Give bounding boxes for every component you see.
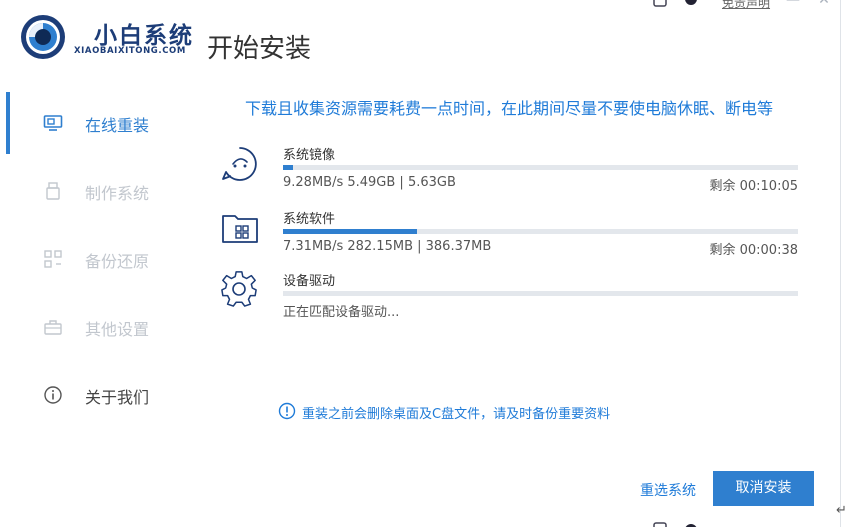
backup-icon bbox=[44, 250, 62, 268]
task-system-software: 系统软件 7.31MB/s 282.15MB | 386.37MB 剩余 00:… bbox=[220, 208, 800, 268]
disc-icon bbox=[222, 147, 257, 181]
task-name: 设备驱动 bbox=[283, 274, 336, 289]
briefcase-icon bbox=[44, 320, 62, 335]
sidebar-item-label: 制作系统 bbox=[85, 184, 150, 203]
app-name: 小白系统 bbox=[94, 23, 194, 49]
sidebar-item-about-us[interactable]: 关于我们 bbox=[0, 374, 190, 414]
sidebar-item-label: 备份还原 bbox=[85, 252, 150, 271]
share-icon[interactable] bbox=[653, 521, 667, 527]
warning-text: 重装之前会删除桌面及C盘文件，请及时备份重要资料 bbox=[302, 407, 611, 422]
share-icon[interactable] bbox=[653, 0, 667, 8]
enter-icon: ↵ bbox=[836, 503, 847, 518]
sidebar-item-backup-restore[interactable]: 备份还原 bbox=[0, 238, 190, 278]
task-system-image: 系统镜像 9.28MB/s 5.49GB | 5.63GB 剩余 00:10:0… bbox=[220, 144, 800, 204]
progress-track bbox=[283, 165, 798, 170]
active-indicator bbox=[6, 92, 10, 154]
task-device-drivers: 设备驱动 正在匹配设备驱动... bbox=[220, 270, 800, 330]
monitor-icon bbox=[43, 115, 63, 131]
sidebar-item-label: 关于我们 bbox=[85, 388, 150, 407]
sidebar-item-label: 在线重装 bbox=[85, 116, 150, 135]
task-stats: 9.28MB/s 5.49GB | 5.63GB bbox=[283, 175, 456, 190]
window-border bbox=[840, 0, 841, 527]
sidebar-item-label: 其他设置 bbox=[85, 320, 150, 339]
progress-fill bbox=[283, 165, 294, 170]
installer-window: 小白系统 XIAOBAIXITONG.COM 开始安装 免责声明 — ✕ 在线重… bbox=[0, 0, 840, 527]
close-icon[interactable]: ✕ bbox=[817, 0, 831, 7]
progress-track bbox=[283, 291, 798, 296]
sidebar-item-other-settings[interactable]: 其他设置 bbox=[0, 306, 190, 346]
support-icon[interactable] bbox=[684, 521, 698, 527]
task-name: 系统镜像 bbox=[283, 148, 336, 163]
task-remaining: 剩余 00:00:38 bbox=[709, 243, 798, 258]
notice-text: 下载且收集资源需要耗费一点时间，在此期间尽量不要使电脑休眠、断电等 bbox=[245, 99, 774, 118]
app-subtitle: XIAOBAIXITONG.COM bbox=[74, 46, 186, 56]
sidebar-item-make-system[interactable]: 制作系统 bbox=[0, 170, 190, 210]
task-remaining: 剩余 00:10:05 bbox=[709, 179, 798, 194]
task-name: 系统软件 bbox=[283, 212, 336, 227]
warning-icon bbox=[278, 402, 296, 420]
logo-icon bbox=[21, 15, 65, 59]
disclaimer-link[interactable]: 免责声明 bbox=[722, 0, 770, 11]
usb-icon bbox=[46, 182, 60, 200]
task-stats: 正在匹配设备驱动... bbox=[283, 305, 400, 320]
support-icon[interactable] bbox=[684, 0, 698, 8]
minimize-icon[interactable]: — bbox=[786, 0, 800, 7]
info-icon bbox=[44, 386, 62, 404]
sidebar-item-online-reinstall[interactable]: 在线重装 bbox=[0, 92, 190, 154]
folder-apps-icon bbox=[222, 215, 258, 243]
app-logo: 小白系统 XIAOBAIXITONG.COM bbox=[20, 10, 210, 60]
gear-icon bbox=[221, 271, 257, 307]
progress-fill bbox=[283, 229, 417, 234]
task-stats: 7.31MB/s 282.15MB | 386.37MB bbox=[283, 239, 492, 254]
progress-track bbox=[283, 229, 798, 234]
cancel-install-button[interactable]: 取消安装 bbox=[713, 471, 814, 506]
reselect-system-button[interactable]: 重选系统 bbox=[640, 480, 696, 500]
page-title: 开始安装 bbox=[207, 34, 312, 64]
